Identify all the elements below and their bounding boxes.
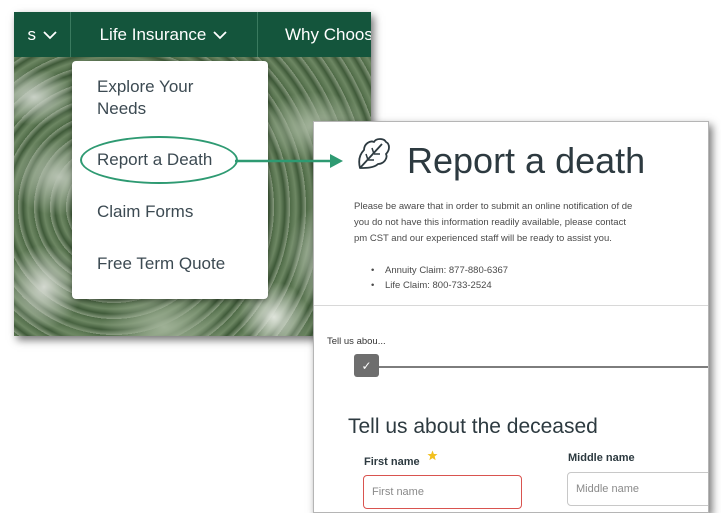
chevron-down-icon <box>213 30 228 39</box>
notice-line: pm CST and our experienced staff will be… <box>354 233 612 244</box>
progress-track <box>354 366 708 368</box>
nav-item-previous-label: s <box>27 24 37 44</box>
progress-step-label: Tell us abou... <box>327 336 386 347</box>
page-title: Report a death <box>407 140 646 181</box>
progress-step-complete[interactable]: ✓ <box>354 354 379 377</box>
nav-item-life-insurance-label: Life Insurance <box>99 24 207 44</box>
middle-name-input[interactable] <box>567 472 708 506</box>
checkmark-icon: ✓ <box>361 358 372 373</box>
menu-item-explore-your-needs[interactable]: Explore Your Needs <box>97 76 247 120</box>
nav-item-previous[interactable]: s <box>14 12 71 57</box>
menu-item-free-term-quote[interactable]: Free Term Quote <box>97 253 225 275</box>
nav-item-life-insurance[interactable]: Life Insurance <box>71 12 258 57</box>
divider <box>314 305 708 306</box>
notice-line: you do not have this information readily… <box>354 217 626 228</box>
notice-text: Please be aware that in order to submit … <box>354 199 708 247</box>
first-name-label: First name <box>364 456 420 468</box>
chevron-down-icon <box>43 30 57 39</box>
first-name-input[interactable] <box>363 475 522 509</box>
annuity-claim-phone: Annuity Claim: 877-880-6367 <box>371 263 508 278</box>
nav-item-why-choose-label: Why Choos <box>285 24 371 44</box>
leaf-icon <box>358 138 390 169</box>
section-title: Tell us about the deceased <box>348 415 598 438</box>
life-insurance-dropdown-menu: Explore Your Needs Report a Death Claim … <box>72 61 268 299</box>
star-icon <box>427 450 438 461</box>
menu-item-claim-forms[interactable]: Claim Forms <box>97 201 193 223</box>
report-form-screenshot: Report a death Please be aware that in o… <box>313 121 709 513</box>
claim-phone-list: Annuity Claim: 877-880-6367 Life Claim: … <box>371 263 508 293</box>
notice-line: Please be aware that in order to submit … <box>354 201 633 212</box>
middle-name-label: Middle name <box>568 452 635 464</box>
life-claim-phone: Life Claim: 800-733-2524 <box>371 278 508 293</box>
menu-item-report-a-death[interactable]: Report a Death <box>97 149 212 171</box>
main-navbar: s Life Insurance Why Choos <box>14 12 371 57</box>
nav-item-why-choose[interactable]: Why Choos <box>258 12 371 57</box>
